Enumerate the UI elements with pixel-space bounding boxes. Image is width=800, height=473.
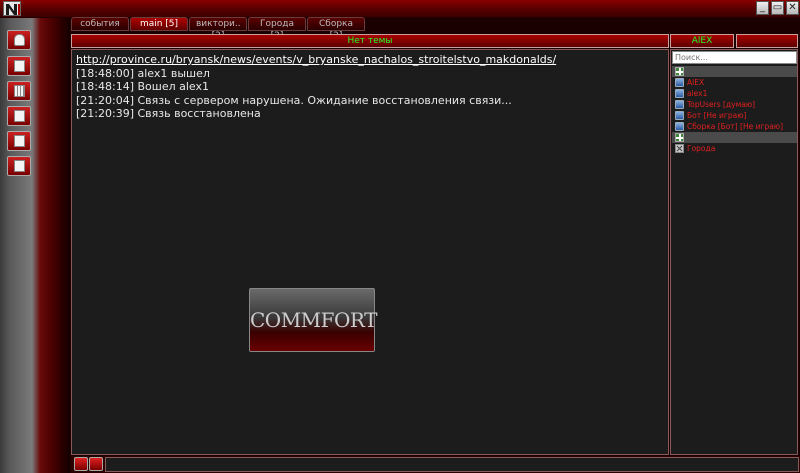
title-bar: _ ▭ ✕ [0, 0, 800, 18]
user-name: alex1 [687, 89, 708, 98]
user-icon [675, 111, 684, 120]
settings-icon [14, 135, 25, 147]
tab-quiz[interactable]: виктори.. [2] [189, 17, 247, 41]
cross-icon [675, 144, 684, 153]
topic-text: Нет темы [347, 36, 393, 46]
mail-icon [14, 60, 25, 72]
status-bar-blank [736, 34, 798, 48]
exit-door-icon [14, 160, 25, 172]
user-list-item[interactable]: alex1 [672, 88, 797, 99]
user-icon [675, 78, 684, 87]
current-user-name: AlEX [691, 36, 713, 46]
chat-line: [21:20:39] Связь восстановлена [76, 107, 261, 120]
user-icon [675, 89, 684, 98]
chat-line[interactable]: http://province.ru/bryansk/news/events/v… [76, 53, 661, 67]
user-list-item[interactable]: Бот [Не играю] [672, 110, 797, 121]
user-icon [675, 100, 684, 109]
user-icon [675, 122, 684, 131]
user-search-input[interactable] [672, 51, 797, 64]
chat-line: [21:20:04] Связь с сервером нарушена. Ож… [76, 93, 512, 107]
chat-line: [18:48:14] Вошел alex1 [76, 80, 209, 93]
left-sidebar [0, 18, 70, 473]
user-list-item[interactable]: AlEX [672, 77, 797, 88]
sidebar-exit-button[interactable] [7, 156, 31, 176]
message-input[interactable] [105, 457, 799, 472]
grid-icon [14, 85, 25, 97]
emoticon-button[interactable] [89, 457, 103, 471]
chat-area[interactable]: http://province.ru/bryansk/news/events/v… [71, 49, 669, 455]
tab-events[interactable]: события [71, 17, 129, 31]
tab-build[interactable]: Сборка [2] [307, 17, 365, 41]
expand-plus-icon[interactable] [675, 133, 684, 142]
expand-plus-icon[interactable] [675, 67, 684, 76]
tab-cities[interactable]: Города [2] [248, 17, 306, 41]
bottom-input-bar [71, 456, 800, 473]
user-group-header[interactable] [672, 66, 797, 77]
chat-line: [18:48:00] alex1 вышел [76, 66, 210, 80]
user-name: Бот [Не играю] [687, 111, 747, 120]
wrench-icon [14, 110, 25, 122]
user-list-panel: AlEX alex1 TopUsers [думаю] Бот [Не игра… [670, 49, 798, 455]
user-name: AlEX [687, 78, 705, 87]
sidebar-tools-button[interactable] [7, 106, 31, 126]
user-group-header[interactable] [672, 132, 797, 143]
lightbulb-icon [14, 34, 25, 46]
user-list-item[interactable]: Города [672, 143, 797, 154]
restore-button[interactable]: ▭ [771, 1, 784, 15]
minimize-button[interactable]: _ [756, 1, 769, 15]
user-list-item[interactable]: TopUsers [думаю] [672, 99, 797, 110]
chat-log: http://province.ru/bryansk/news/events/v… [76, 53, 661, 121]
user-name: TopUsers [думаю] [687, 100, 756, 109]
sidebar-mail-button[interactable] [7, 56, 31, 76]
sidebar-settings-button[interactable] [7, 131, 31, 151]
user-name: Сборка [Бот] [Не играю] [687, 122, 784, 131]
sidebar-grid-button[interactable] [7, 81, 31, 101]
sidebar-bulb-button[interactable] [7, 30, 31, 50]
channel-tabs: события main [5] виктори.. [2] Города [2… [71, 17, 800, 41]
user-name: Города [687, 144, 716, 153]
current-user-bar: AlEX [670, 34, 734, 48]
app-logo-icon [3, 1, 21, 16]
topic-bar: Нет темы [71, 34, 669, 48]
tab-main[interactable]: main [5] [130, 17, 188, 31]
close-button[interactable]: ✕ [786, 1, 799, 15]
chat-link[interactable]: http://province.ru/bryansk/news/events/v… [76, 53, 556, 66]
commfort-watermark-logo: COMMFORT [249, 288, 377, 352]
formatting-button[interactable] [74, 457, 88, 471]
user-list-item[interactable]: Сборка [Бот] [Не играю] [672, 121, 797, 132]
